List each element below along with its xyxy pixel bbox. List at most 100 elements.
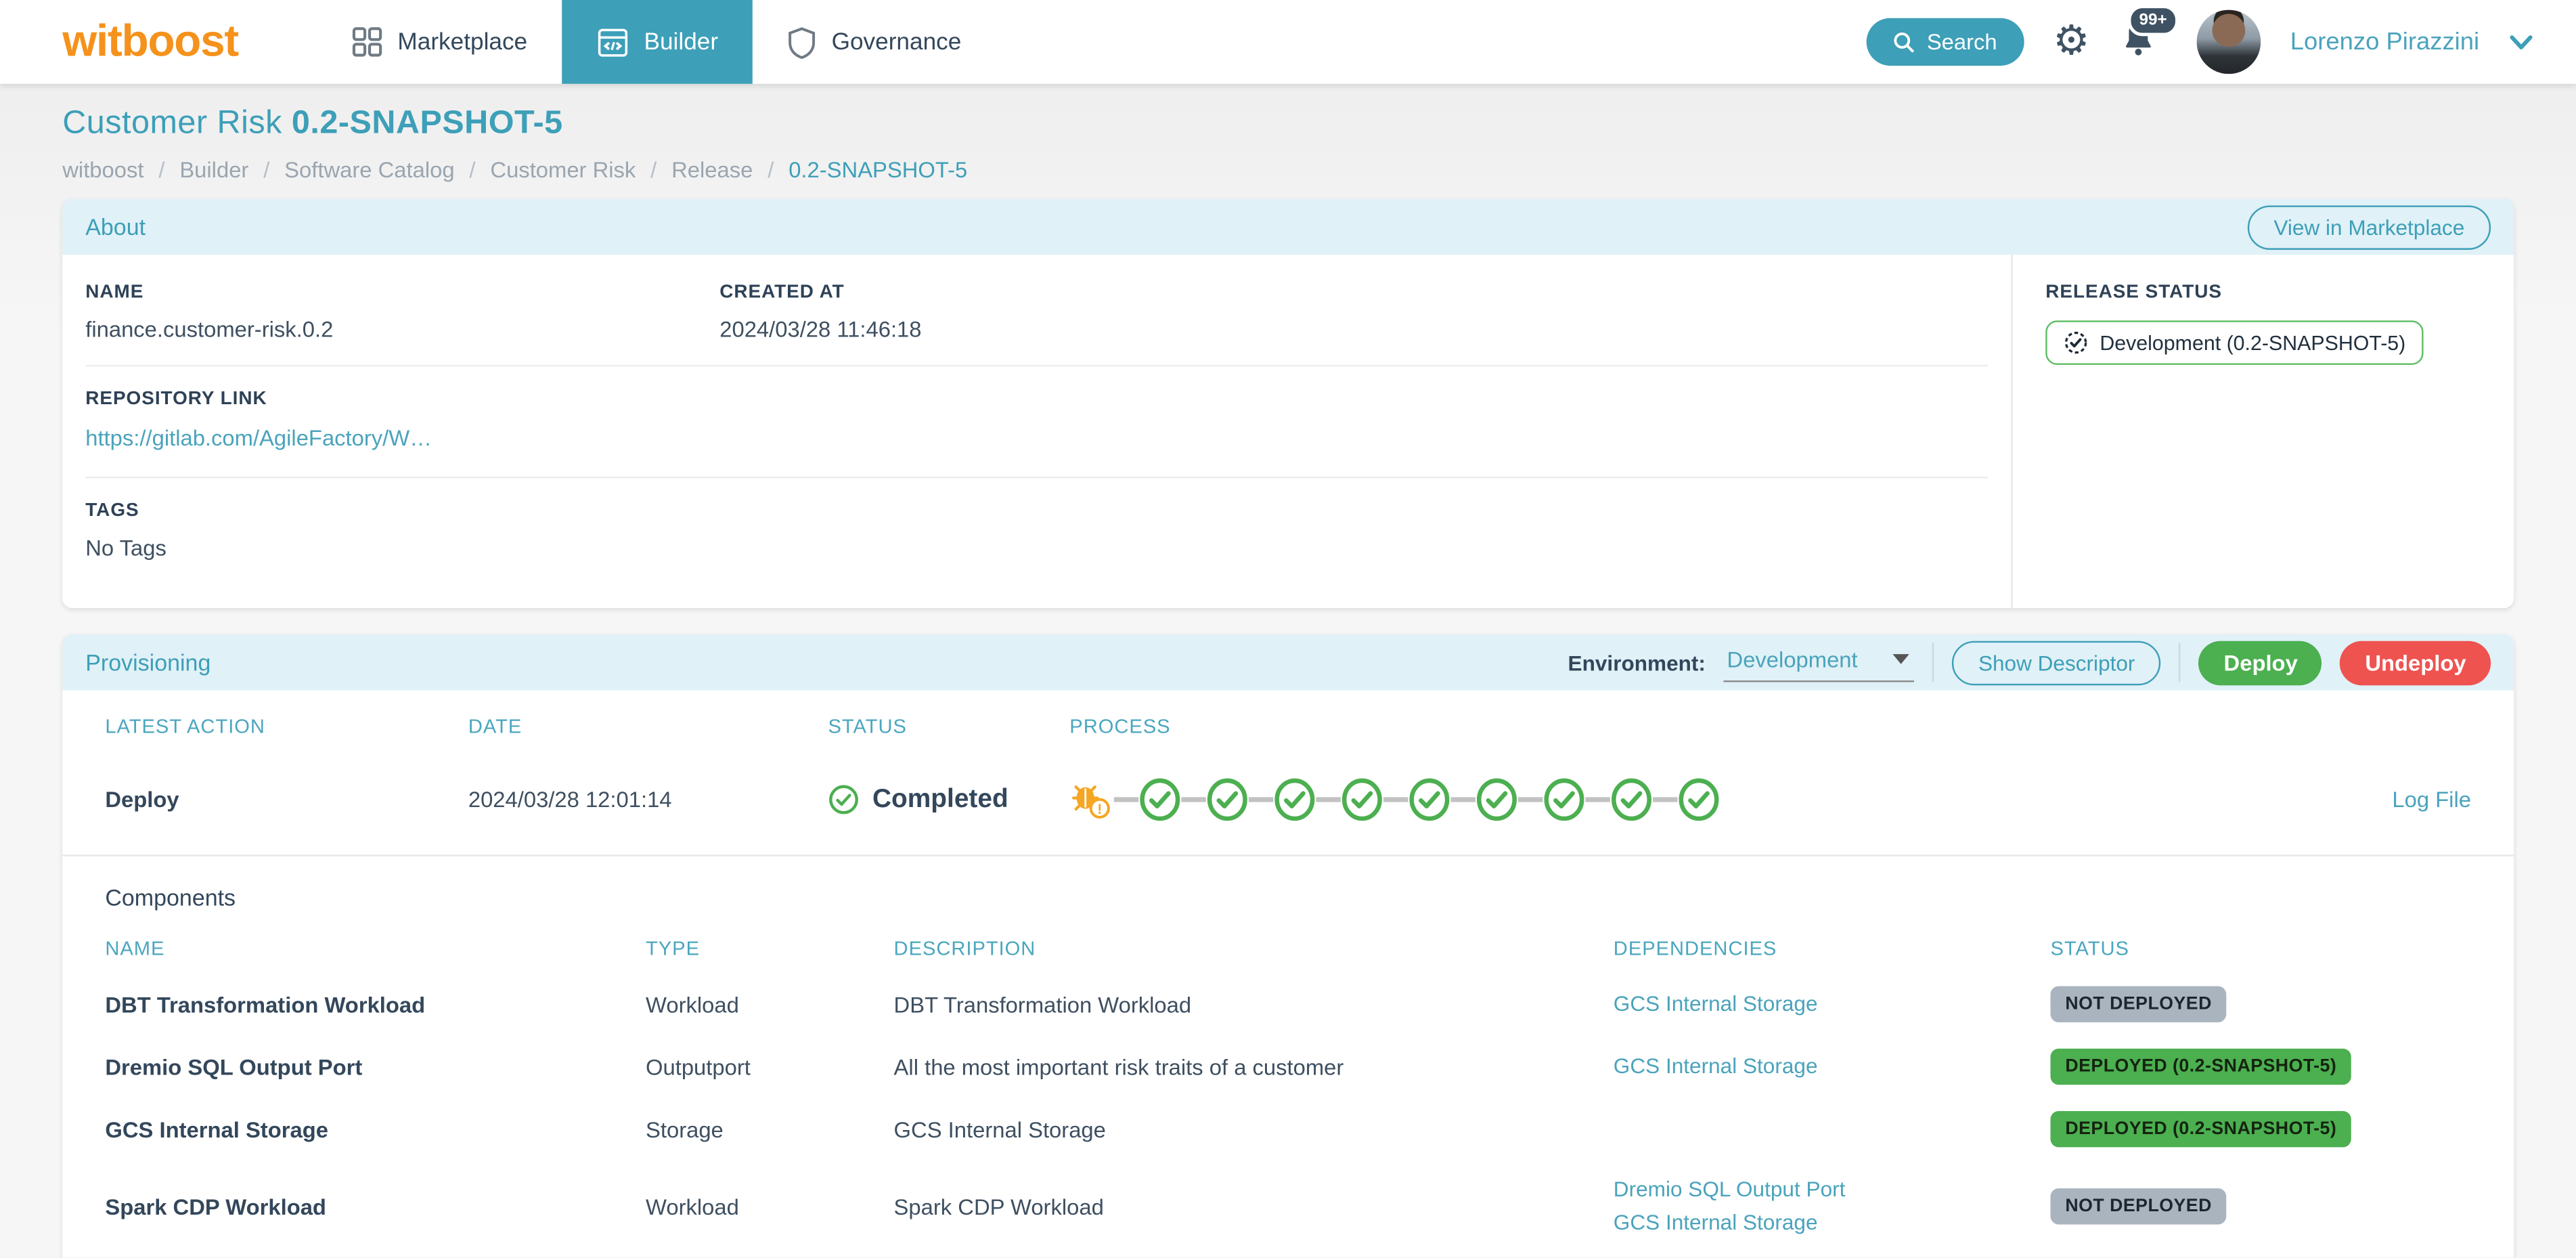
breadcrumb-item[interactable]: Software Catalog xyxy=(284,158,454,182)
top-nav: witboost Marketplace Builder Governance … xyxy=(0,0,2576,84)
breadcrumb-item-current: 0.2-SNAPSHOT-5 xyxy=(789,158,968,183)
process-line xyxy=(1181,797,1206,802)
component-description: Spark CDP Workload xyxy=(893,1194,1104,1219)
component-type: Workload xyxy=(646,991,739,1017)
check-dashed-circle-icon xyxy=(2064,331,2087,354)
table-row: GCS Internal Storage Storage GCS Interna… xyxy=(105,1098,2471,1161)
dependency-link[interactable]: GCS Internal Storage xyxy=(1614,1207,2051,1240)
view-in-marketplace-button[interactable]: View in Marketplace xyxy=(2247,204,2491,249)
process-line xyxy=(1316,797,1341,802)
step-check-icon xyxy=(1341,778,1382,821)
col-type: TYPE xyxy=(646,936,701,960)
release-status-badge: Development (0.2-SNAPSHOT-5) xyxy=(2045,320,2424,365)
step-check-icon xyxy=(1612,778,1652,821)
component-type: Workload xyxy=(646,1194,739,1219)
step-check-icon xyxy=(1476,778,1517,821)
dependency-link[interactable]: GCS Internal Storage xyxy=(1614,1050,2051,1083)
breadcrumb-item[interactable]: Customer Risk xyxy=(490,158,636,182)
grid-icon xyxy=(352,27,382,57)
col-dependencies: DEPENDENCIES xyxy=(1613,936,1777,960)
latest-action-date: 2024/03/28 12:01:14 xyxy=(468,787,672,812)
created-at-label: CREATED AT xyxy=(719,282,845,303)
process-line xyxy=(1518,797,1543,802)
breadcrumb-separator: / xyxy=(469,158,476,183)
tags-value: No Tags xyxy=(85,536,166,561)
about-card: About View in Marketplace NAME finance.c… xyxy=(62,198,2514,609)
release-status-text: Development (0.2-SNAPSHOT-5) xyxy=(2100,331,2406,355)
repository-link[interactable]: https://gitlab.com/AgileFactory/W… xyxy=(85,426,432,450)
status-badge: NOT DEPLOYED xyxy=(2050,1188,2227,1225)
col-description: DESCRIPTION xyxy=(893,936,1036,960)
shield-icon xyxy=(789,26,816,58)
dependency-link[interactable]: Dremio SQL Output Port xyxy=(1614,1173,2051,1207)
show-descriptor-button[interactable]: Show Descriptor xyxy=(1952,640,2162,685)
table-row: DBT Transformation Workload Workload DBT… xyxy=(105,973,2471,1035)
step-check-icon xyxy=(1274,778,1315,821)
breadcrumb-separator: / xyxy=(158,158,165,183)
gear-icon[interactable]: ⚙ xyxy=(2053,20,2089,63)
nav-governance-label: Governance xyxy=(831,28,962,56)
bug-warning-icon: ! xyxy=(1072,785,1110,819)
nav-marketplace[interactable]: Marketplace xyxy=(317,0,562,84)
components-table: NAME TYPE DESCRIPTION DEPENDENCIES STATU… xyxy=(105,937,2471,1253)
avatar[interactable] xyxy=(2196,9,2261,74)
breadcrumb-separator: / xyxy=(263,158,270,183)
status-text: Completed xyxy=(872,785,1008,813)
process-header: PROCESS xyxy=(1069,714,1171,738)
environment-select[interactable]: Development xyxy=(1723,643,1915,682)
breadcrumb-separator: / xyxy=(650,158,657,183)
component-name: Dremio SQL Output Port xyxy=(105,1054,363,1079)
process-line xyxy=(1585,797,1610,802)
chevron-down-icon[interactable] xyxy=(2509,34,2533,50)
status-badge: DEPLOYED (0.2-SNAPSHOT-5) xyxy=(2050,1110,2352,1148)
nav-governance[interactable]: Governance xyxy=(753,0,996,84)
provisioning-card: Provisioning Environment: Development Sh… xyxy=(62,634,2514,1258)
step-check-icon xyxy=(1140,778,1180,821)
status-header: STATUS xyxy=(828,714,907,738)
col-status: STATUS xyxy=(2050,936,2129,960)
breadcrumb-item[interactable]: witboost xyxy=(62,158,143,182)
process-line xyxy=(1248,797,1274,802)
nav-builder-label: Builder xyxy=(644,28,719,56)
page-title-name: Customer Risk xyxy=(62,105,282,142)
table-row: Spark CDP Workload Workload Spark CDP Wo… xyxy=(105,1161,2471,1253)
col-name: NAME xyxy=(105,936,165,960)
notifications-button[interactable]: 99+ xyxy=(2119,4,2179,66)
undeploy-button[interactable]: Undeploy xyxy=(2340,640,2491,685)
component-description: All the most important risk traits of a … xyxy=(893,1054,1344,1079)
search-button[interactable]: Search xyxy=(1865,18,2024,66)
search-icon xyxy=(1893,31,1914,52)
main-nav: Marketplace Builder Governance xyxy=(317,0,996,84)
process-line xyxy=(1383,797,1408,802)
divider xyxy=(1932,643,1934,682)
dropdown-arrow-icon xyxy=(1892,654,1909,664)
page-title-version: 0.2-SNAPSHOT-5 xyxy=(291,105,563,142)
latest-action-status: Completed xyxy=(828,784,1069,815)
process-line xyxy=(1113,797,1139,802)
step-check-icon xyxy=(1544,778,1584,821)
breadcrumb: witboost / Builder / Software Catalog / Cus… xyxy=(62,158,2514,182)
status-badge: NOT DEPLOYED xyxy=(2050,986,2227,1022)
page-title: Customer Risk 0.2-SNAPSHOT-5 xyxy=(62,105,2514,143)
status-badge: DEPLOYED (0.2-SNAPSHOT-5) xyxy=(2050,1048,2352,1085)
component-name: GCS Internal Storage xyxy=(105,1116,328,1142)
component-type: Outputport xyxy=(646,1054,751,1079)
step-check-icon xyxy=(1207,778,1247,821)
component-name: DBT Transformation Workload xyxy=(105,991,426,1017)
dependency-link[interactable]: GCS Internal Storage xyxy=(1614,988,2051,1021)
created-at-value: 2024/03/28 11:46:18 xyxy=(719,317,922,342)
nav-builder[interactable]: Builder xyxy=(562,0,753,84)
step-check-icon xyxy=(1409,778,1450,821)
log-file-link[interactable]: Log File xyxy=(2392,787,2471,812)
breadcrumb-item[interactable]: Release xyxy=(671,158,753,182)
table-row: Dremio SQL Output Port Outputport All th… xyxy=(105,1035,2471,1098)
user-menu[interactable]: Lorenzo Pirazzini xyxy=(2290,28,2479,56)
process-line xyxy=(1450,797,1475,802)
name-value: finance.customer-risk.0.2 xyxy=(85,317,334,342)
witboost-logo[interactable]: witboost xyxy=(62,16,239,67)
svg-text:!: ! xyxy=(1097,802,1102,817)
deploy-button[interactable]: Deploy xyxy=(2199,640,2323,685)
breadcrumb-item[interactable]: Builder xyxy=(179,158,248,182)
tags-label: TAGS xyxy=(85,501,139,521)
divider xyxy=(2179,643,2181,682)
